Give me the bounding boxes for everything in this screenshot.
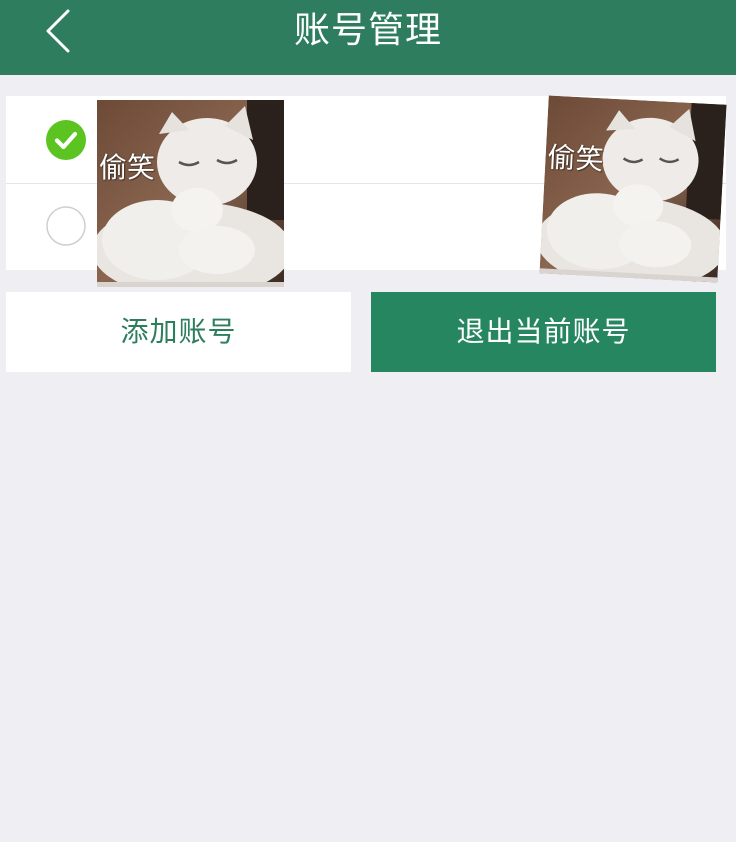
cat-sticker-image: 偷笑 (97, 100, 284, 287)
logout-current-account-button[interactable]: 退出当前账号 (371, 292, 716, 372)
check-circle-icon (46, 120, 86, 160)
add-account-button[interactable]: 添加账号 (6, 292, 351, 372)
page-title: 账号管理 (293, 10, 442, 51)
radio-empty-icon (46, 206, 86, 246)
sticker-caption: 偷笑 (99, 151, 156, 184)
navigation-bar: 账号管理 (0, 0, 736, 75)
cat-sticker-image: 偷笑 (539, 95, 727, 283)
sticker-caption: 偷笑 (546, 140, 605, 177)
